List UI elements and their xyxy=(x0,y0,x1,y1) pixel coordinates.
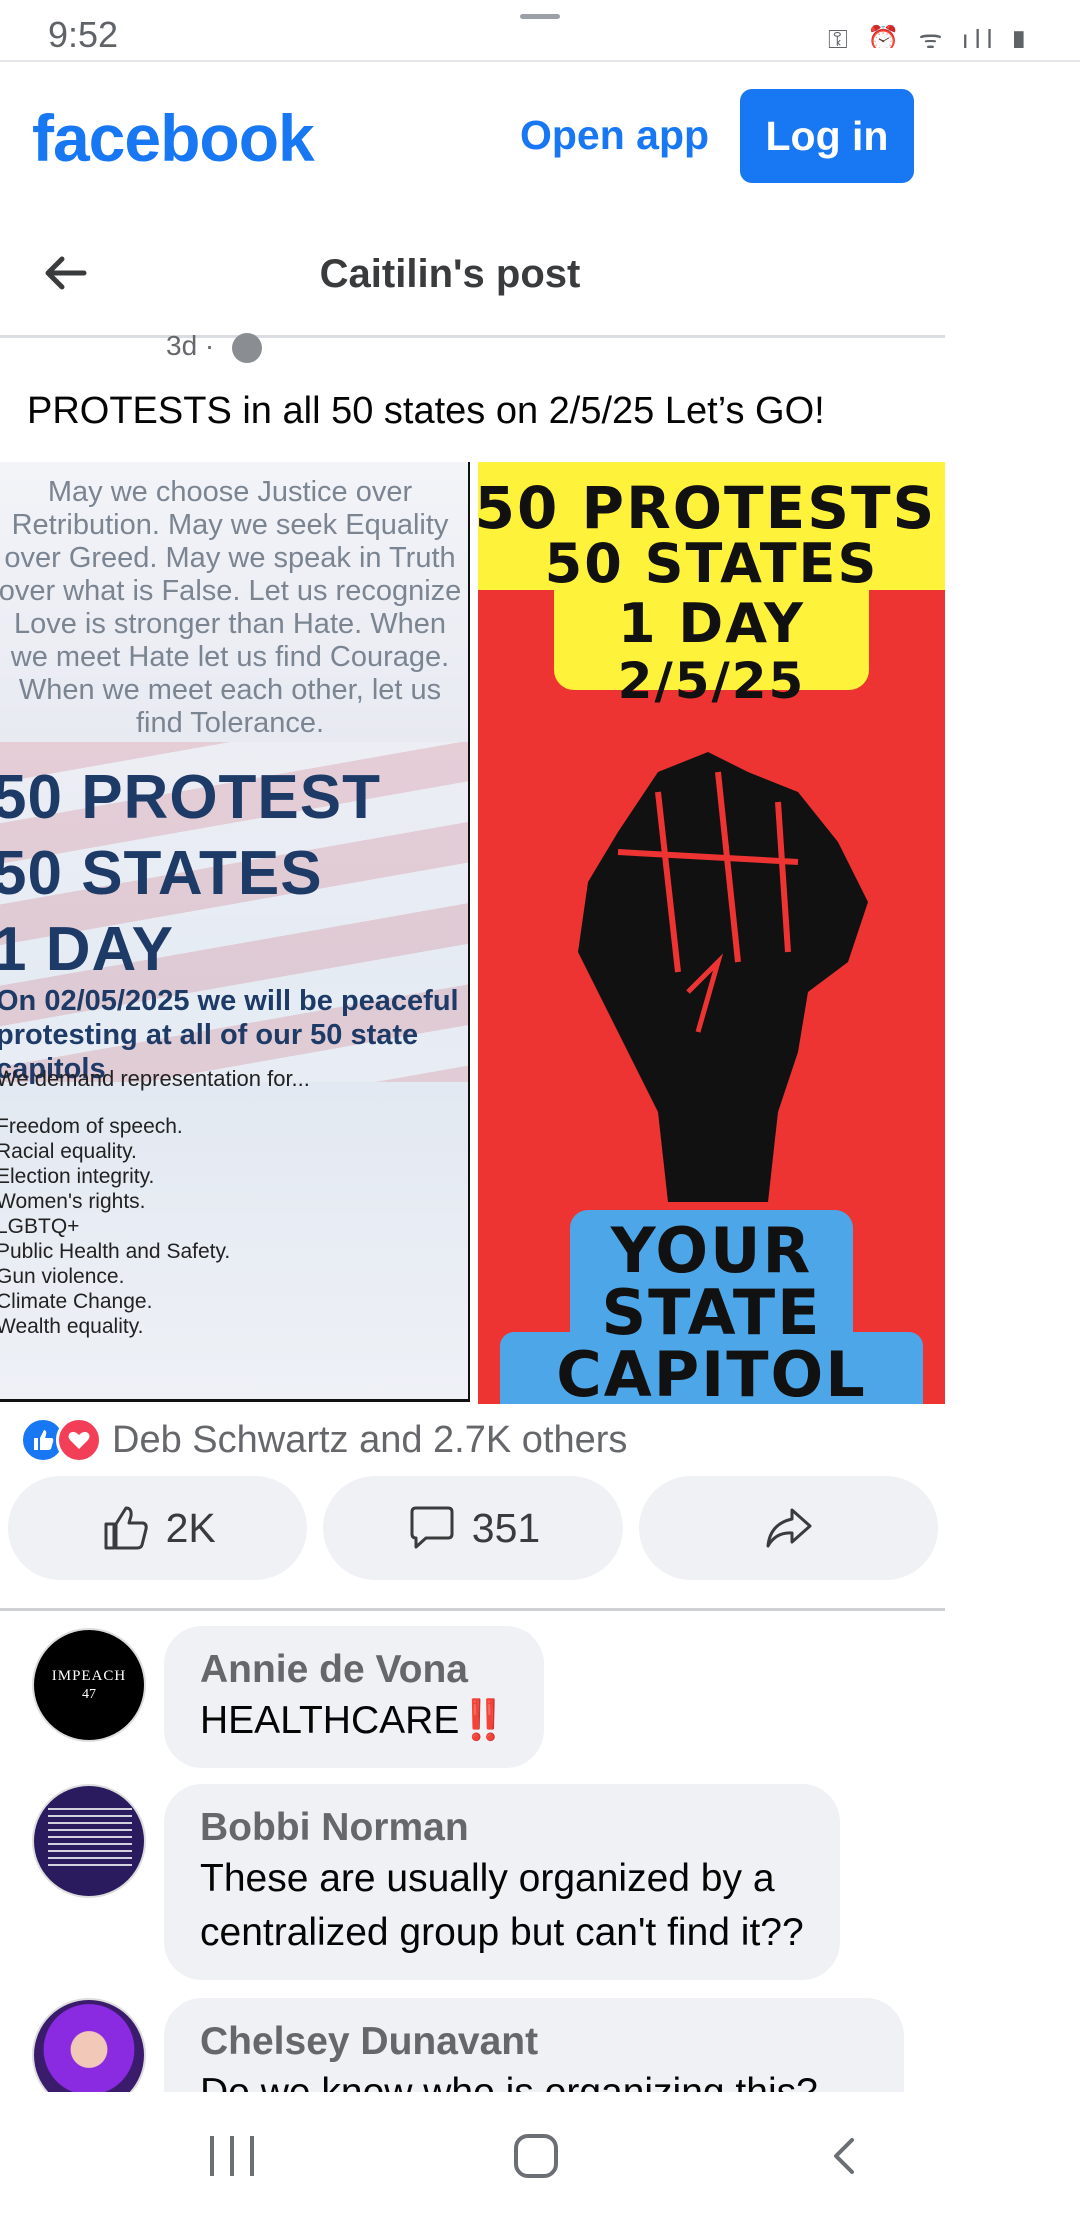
comment-text: These are usually organized by a central… xyxy=(200,1857,804,1954)
comment-bubble[interactable]: Chelsey Dunavant Do we know who is organ… xyxy=(164,1998,904,2092)
comment-body: HEALTHCARE xyxy=(200,1699,460,1742)
avatar-text: 47 xyxy=(82,1687,96,1702)
post-text: PROTESTS in all 50 states on 2/5/25 Let’… xyxy=(27,390,825,432)
like-count: 2K xyxy=(165,1504,216,1551)
reactions-text: Deb Schwartz and 2.7K others xyxy=(112,1418,628,1461)
poster-right-line-4: 2/5/25 xyxy=(617,652,806,710)
poster-demands-list: Freedom of speech. Racial equality. Elec… xyxy=(0,1115,231,1338)
like-button[interactable]: 2K xyxy=(8,1476,308,1580)
comment-icon xyxy=(410,1506,454,1549)
system-nav-bar xyxy=(0,2092,1080,2220)
avatar-graphic xyxy=(48,1808,132,1868)
status-bar: 9:52 ⚿ ⏰ ᯤ ıll ▮ xyxy=(0,0,1080,62)
poster-right-line-7: CAPITOL xyxy=(556,1338,867,1404)
post-actions: 2K 351 xyxy=(8,1476,938,1580)
status-time: 9:52 xyxy=(48,14,119,55)
poster-line-1: 50 PROTEST xyxy=(0,763,381,832)
comment-author[interactable]: Bobbi Norman xyxy=(200,1804,804,1852)
divider xyxy=(0,1608,945,1611)
home-icon[interactable] xyxy=(514,2134,558,2178)
status-icons: ⚿ ⏰ ᯤ ıll ▮ xyxy=(828,24,1032,48)
comment-bubble[interactable]: Bobbi Norman These are usually organized… xyxy=(164,1784,840,1980)
post-meta: 3d · xyxy=(166,330,263,363)
comment-author[interactable]: Chelsey Dunavant xyxy=(200,2018,868,2066)
poster-line-2: 50 STATES xyxy=(0,839,323,908)
login-button[interactable]: Log in xyxy=(740,89,914,183)
love-reaction-icon xyxy=(56,1417,102,1463)
poster-right-line-2: 50 STATES xyxy=(544,532,879,595)
comment-item: Chelsey Dunavant Do we know who is organ… xyxy=(0,1998,945,2092)
post-titlebar: Caitilin's post xyxy=(0,214,945,338)
post-image-left[interactable]: May we choose Justice over Retribution. … xyxy=(0,462,470,1402)
double-exclamation-icon: ‼️ xyxy=(459,1699,508,1742)
poster-demand: We demand representation for... xyxy=(0,1066,310,1091)
recent-apps-icon[interactable] xyxy=(210,2136,254,2176)
pull-handle[interactable] xyxy=(520,14,560,19)
poster-line-3: 1 DAY xyxy=(0,915,174,984)
comment-text: Do we know who is organizing this? xyxy=(200,2066,868,2092)
site-header: facebook Open app Log in xyxy=(0,64,945,214)
comment-bubble[interactable]: Annie de Vona HEALTHCARE‼️ xyxy=(164,1626,544,1768)
share-button[interactable] xyxy=(638,1476,938,1580)
comment-text: HEALTHCARE‼️ xyxy=(200,1694,508,1748)
globe-icon xyxy=(232,332,263,363)
page-title: Caitilin's post xyxy=(319,252,581,296)
raised-fist-icon xyxy=(578,752,868,1202)
facebook-logo[interactable]: facebook xyxy=(32,100,315,176)
reactions-summary[interactable]: Deb Schwartz and 2.7K others xyxy=(20,1414,627,1466)
comment-author[interactable]: Annie de Vona xyxy=(200,1646,508,1694)
thumbs-up-icon xyxy=(104,1506,148,1550)
post-age: 3d · xyxy=(166,330,215,361)
avatar[interactable] xyxy=(32,1998,146,2092)
post-image-right[interactable]: 50 PROTESTS 50 STATES 1 DAY 2/5/25 YOUR … xyxy=(478,462,945,1404)
poster-quote: May we choose Justice over Retribution. … xyxy=(0,476,462,739)
avatar[interactable]: IMPEACH 47 xyxy=(32,1628,146,1742)
comment-button[interactable]: 351 xyxy=(323,1476,623,1580)
poster-right-line-3: 1 DAY xyxy=(618,592,805,655)
comment-count: 351 xyxy=(471,1504,541,1551)
share-icon xyxy=(766,1508,812,1548)
avatar-text: IMPEACH xyxy=(51,1668,127,1684)
avatar[interactable] xyxy=(32,1784,146,1898)
open-app-link[interactable]: Open app xyxy=(520,112,709,159)
back-icon[interactable] xyxy=(822,2134,866,2178)
